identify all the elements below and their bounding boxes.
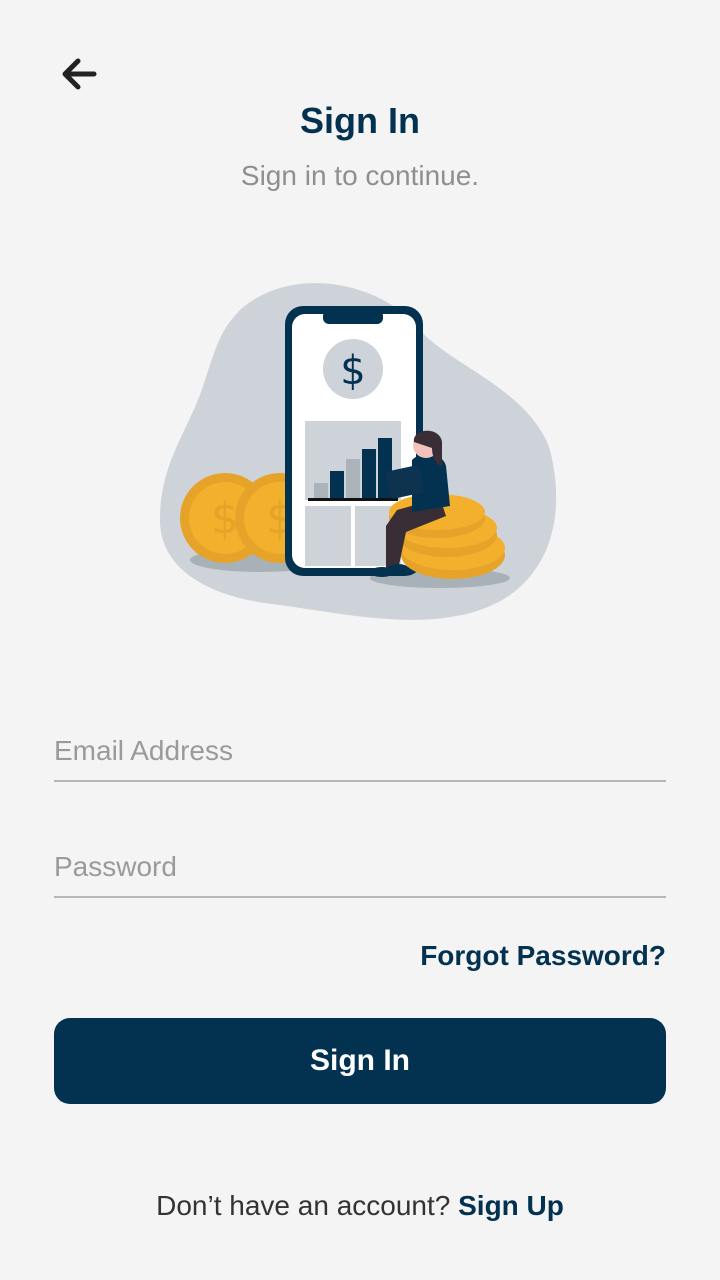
svg-text:$: $	[340, 348, 365, 394]
sign-in-button[interactable]: Sign In	[54, 1018, 666, 1104]
back-button[interactable]	[54, 52, 102, 96]
finance-illustration: $ $ $	[160, 283, 557, 620]
signup-prompt-text: Don’t have an account?	[156, 1190, 459, 1221]
forgot-password-link[interactable]: Forgot Password?	[420, 940, 666, 972]
svg-text:$: $	[211, 493, 239, 544]
page-subtitle: Sign in to continue.	[240, 160, 480, 191]
email-field[interactable]	[54, 722, 666, 782]
arrow-left-icon	[62, 58, 97, 90]
sign-up-link[interactable]: Sign Up	[458, 1190, 564, 1221]
page-title: Sign In	[300, 100, 420, 141]
password-field[interactable]	[54, 838, 666, 898]
signup-prompt-row: Don’t have an account? Sign Up	[0, 1190, 720, 1222]
